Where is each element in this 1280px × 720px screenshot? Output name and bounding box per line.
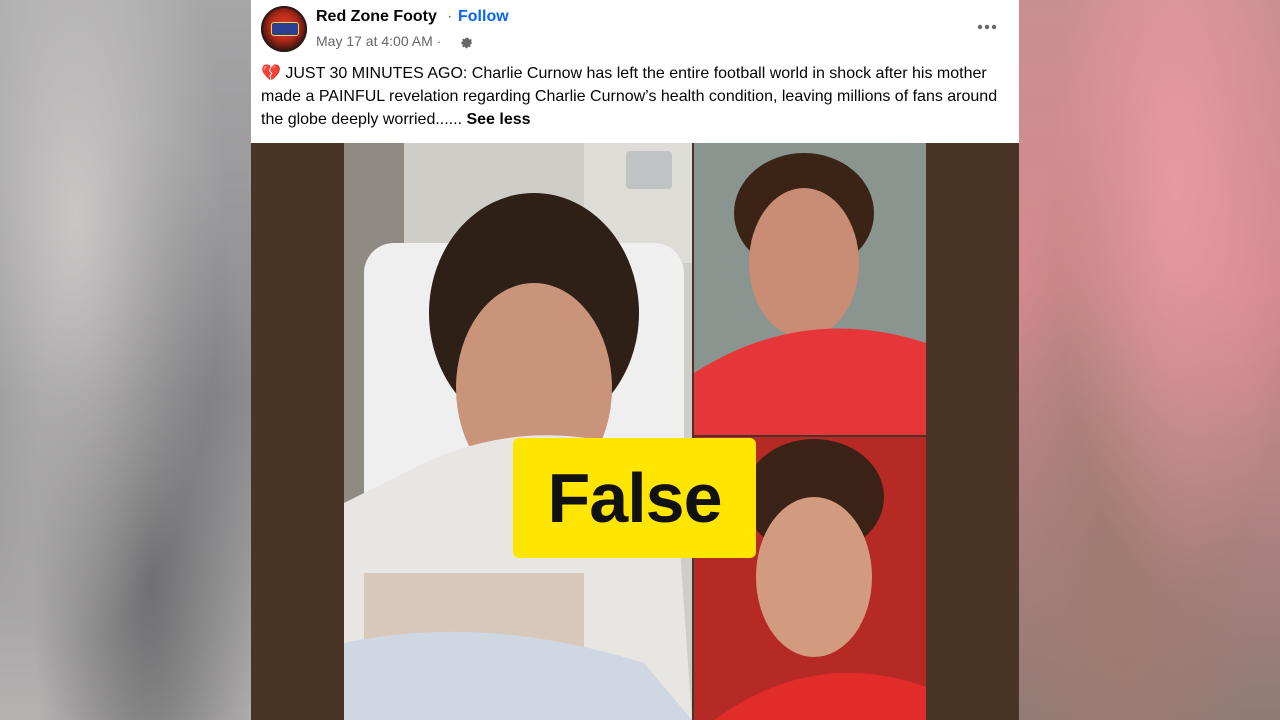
blurred-background-right bbox=[1019, 0, 1280, 720]
facebook-post: Red Zone Footy · Follow May 17 at 4:00 A… bbox=[251, 0, 1019, 720]
separator-dot: · bbox=[447, 8, 453, 25]
follow-button[interactable]: Follow bbox=[458, 8, 509, 26]
broken-heart-icon: 💔 bbox=[261, 65, 281, 82]
gear-icon bbox=[460, 36, 474, 50]
verdict-label: False bbox=[547, 459, 723, 537]
blurred-background-left bbox=[0, 0, 251, 720]
post-caption: 💔 JUST 30 MINUTES AGO: Charlie Curnow ha… bbox=[261, 62, 1011, 131]
post-media[interactable]: False bbox=[251, 143, 1019, 720]
photo-player-red-shirt bbox=[694, 143, 926, 435]
caption-text: JUST 30 MINUTES AGO: Charlie Curnow has … bbox=[261, 65, 998, 128]
fact-check-verdict-badge: False bbox=[513, 438, 756, 558]
more-options-icon[interactable] bbox=[975, 16, 999, 38]
photo-hospital-patient bbox=[344, 143, 692, 720]
post-timestamp[interactable]: May 17 at 4:00 AM · bbox=[316, 33, 441, 49]
avatar-logo bbox=[271, 22, 299, 36]
post-header: Red Zone Footy · Follow May 17 at 4:00 A… bbox=[251, 0, 1019, 60]
see-less-link[interactable]: See less bbox=[466, 111, 530, 128]
page-avatar[interactable] bbox=[261, 6, 307, 52]
page-name-link[interactable]: Red Zone Footy bbox=[316, 8, 437, 26]
